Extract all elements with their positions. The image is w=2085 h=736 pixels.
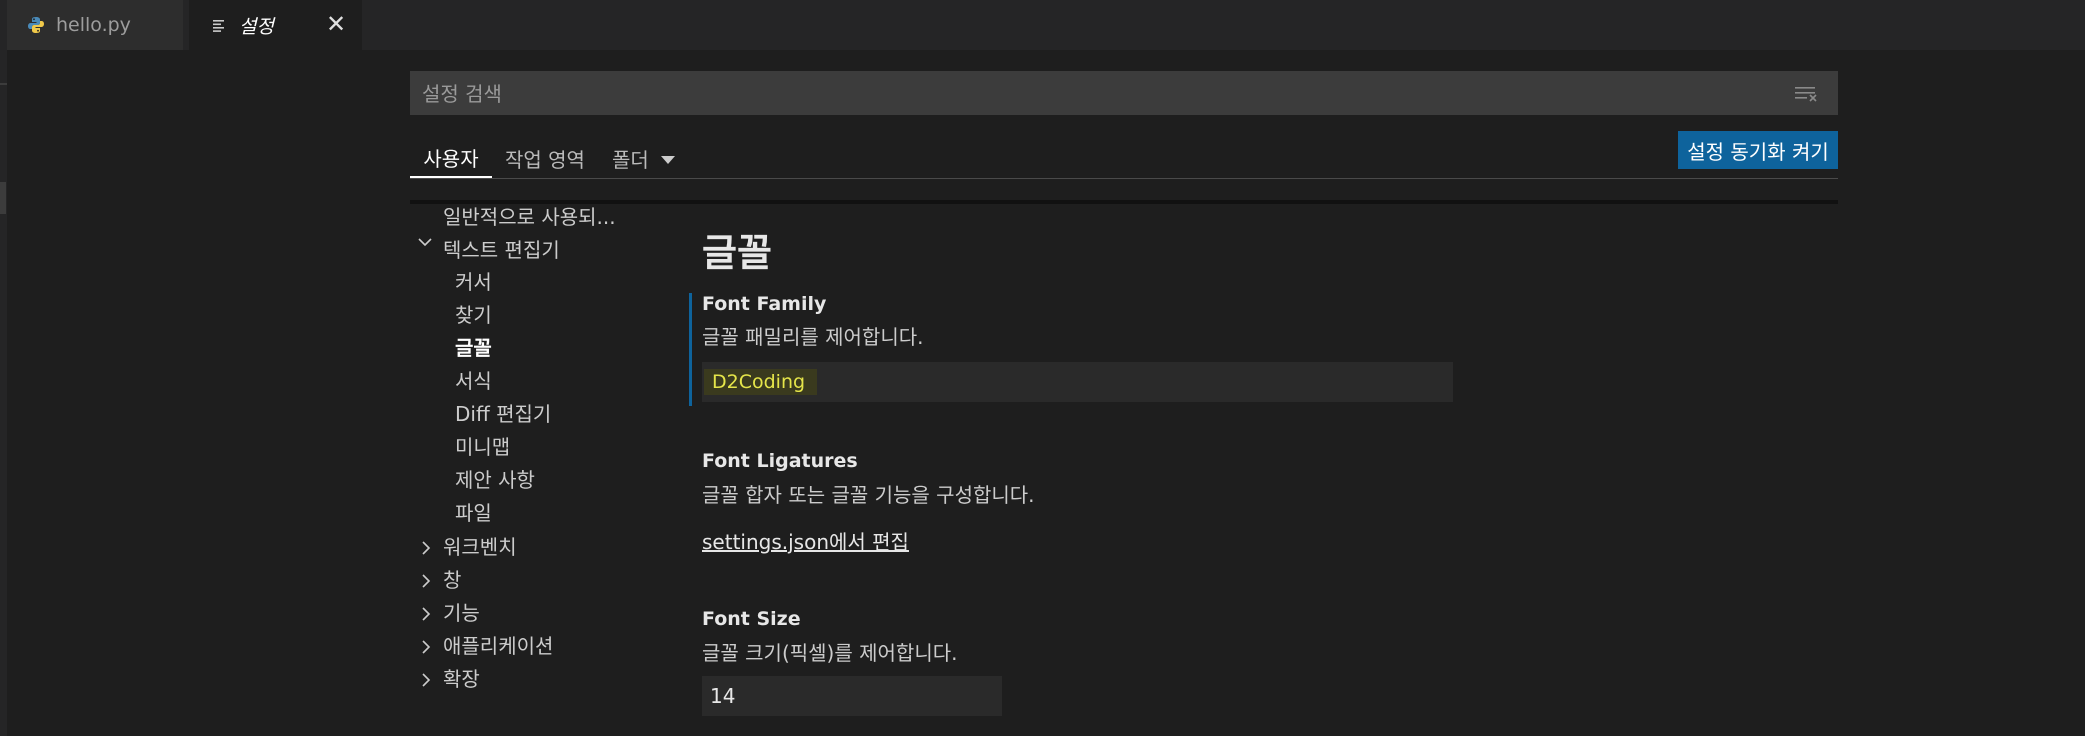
tab-workspace-settings[interactable]: 작업 영역 [505,138,585,178]
settings-sync-button[interactable]: 설정 동기화 켜기 [1678,131,1838,169]
toc-application[interactable]: 애플리케이션 [443,630,553,663]
toc-formatting[interactable]: 서식 [455,365,492,398]
tab-folder-label: 폴더 [612,147,649,172]
tab-label: 설정 [239,15,274,38]
focused-setting-indicator [689,293,692,406]
chevron-down-icon[interactable] [417,234,433,255]
toc-extensions[interactable]: 확장 [443,663,480,696]
setting-title-font-size: Font Size [702,608,801,630]
chevron-right-icon[interactable] [418,573,434,594]
toc-find[interactable]: 찾기 [455,299,492,332]
setting-title-font-ligatures: Font Ligatures [702,450,858,472]
tab-hello-py[interactable]: hello.py [7,0,183,50]
side-bar-edge [0,0,7,736]
font-size-input[interactable]: 14 [702,676,1002,716]
setting-description-font-ligatures: 글꼴 합자 또는 글꼴 기능을 구성합니다. [702,483,1035,507]
tab-settings[interactable]: 설정 ✕ [189,0,362,50]
tab-folder-settings[interactable]: 폴더 [612,138,675,178]
tab-workspace-label: 작업 영역 [505,147,585,172]
search-input[interactable] [420,71,1784,117]
toc-diff-editor[interactable]: Diff 편집기 [455,398,551,431]
chevron-right-icon[interactable] [418,606,434,627]
tab-user-settings[interactable]: 사용자 [410,138,492,178]
toc-minimap[interactable]: 미니맵 [455,431,510,464]
toc-commonly-used[interactable]: 일반적으로 사용되... [443,201,616,234]
scroll-shadow [410,200,1838,204]
toc-text-editor[interactable]: 텍스트 편집기 [443,234,560,267]
setting-description-font-size: 글꼴 크기(픽셀)를 제어합니다. [702,641,958,665]
settings-search-box [410,71,1838,117]
toc-font[interactable]: 글꼴 [455,332,492,365]
section-title: 글꼴 [702,231,772,275]
chevron-right-icon[interactable] [418,639,434,660]
toc-window[interactable]: 창 [443,564,461,597]
settings-file-icon [209,15,229,35]
clear-filter-icon[interactable] [1794,84,1820,104]
side-bar-marker [0,182,6,214]
toc-cursor[interactable]: 커서 [455,266,492,299]
chevron-right-icon[interactable] [418,672,434,693]
scope-tabs-divider [410,178,1838,179]
python-icon [26,15,46,35]
close-icon[interactable]: ✕ [324,12,348,37]
font-family-input[interactable]: D2Coding [702,362,1453,402]
font-size-value: 14 [710,684,736,708]
setting-title-font-family: Font Family [702,293,827,315]
toc-suggestions[interactable]: 제안 사항 [455,464,535,497]
side-bar-marker [0,83,7,85]
font-family-value: D2Coding [704,369,818,395]
toc-files[interactable]: 파일 [455,497,492,530]
toc-features[interactable]: 기능 [443,597,480,630]
chevron-right-icon[interactable] [418,540,434,561]
toc-workbench[interactable]: 워크벤치 [443,531,517,564]
edit-in-settings-json-link[interactable]: settings.json에서 편집 [702,526,909,555]
tab-label: hello.py [56,14,131,36]
chevron-down-icon[interactable] [660,155,675,164]
tab-user-label: 사용자 [423,146,479,171]
setting-description-font-family: 글꼴 패밀리를 제어합니다. [702,325,924,349]
